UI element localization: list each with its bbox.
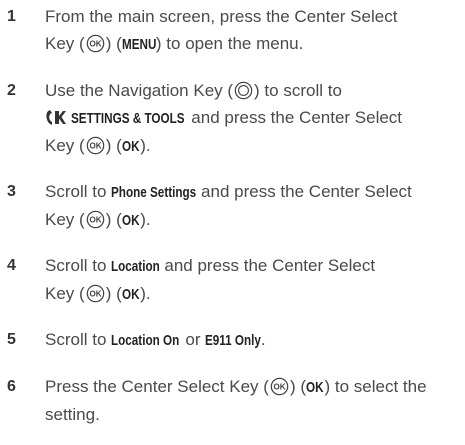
step-text: From the main screen, press the Center S… [45, 3, 460, 58]
step-text-fragment: ) ( [289, 377, 306, 396]
step-number: 2 [7, 82, 16, 99]
step-text-fragment: Key ( [45, 136, 85, 155]
svg-text:OK: OK [89, 40, 101, 49]
ok-key-icon: OK [86, 34, 104, 53]
step-text-fragment: Scroll to [45, 330, 112, 349]
ok-key-label: OK [121, 138, 140, 155]
step-text-fragment: Key ( [45, 210, 85, 229]
step-text-fragment: Press the Center Select Key ( [45, 377, 269, 396]
location-label: Location [111, 258, 160, 275]
step-text: Scroll to Phone Settings and press the C… [45, 178, 460, 234]
step-text-fragment: ) ( [105, 34, 122, 53]
e911-only-label: E911 Only [205, 332, 262, 349]
step-text: Scroll to Location and press the Center … [45, 252, 460, 308]
step-text-fragment: ) to select the [324, 377, 427, 396]
step-number: 4 [7, 257, 16, 274]
step-text-fragment: ). [140, 210, 151, 229]
svg-text:OK: OK [89, 216, 101, 225]
ok-key-icon: OK [86, 136, 104, 155]
step-text-fragment: ) ( [105, 136, 122, 155]
settings-tools-icon [46, 110, 66, 125]
step-text: Use the Navigation Key ( ) to scroll to S… [45, 77, 460, 160]
step-text-fragment: or [180, 330, 206, 349]
ok-key-label: OK [121, 212, 140, 229]
step-text-fragment: Key ( [45, 284, 85, 303]
step-text-fragment: . [260, 330, 266, 349]
step-line: From the main screen, press the Center S… [45, 7, 398, 26]
step-text-fragment: ). [140, 284, 151, 303]
step-number: 3 [7, 183, 16, 200]
step-text-fragment: ) to scroll to [254, 81, 342, 100]
ok-key-icon: OK [86, 210, 104, 229]
svg-text:OK: OK [89, 142, 101, 151]
step-text-fragment: Scroll to [45, 182, 112, 201]
step-number: 5 [7, 331, 16, 348]
step-text-fragment: Use the Navigation Key ( [45, 81, 234, 100]
step-text-fragment: ). [140, 136, 151, 155]
step-text-fragment: ) ( [105, 210, 122, 229]
step-text-fragment: and press the Center Select [159, 256, 376, 275]
step-number: 6 [7, 378, 16, 395]
manual-page: 1 From the main screen, press the Center… [0, 0, 465, 445]
step-text: Scroll to Location On or E911 Only. [45, 326, 460, 354]
ok-key-label: OK [305, 379, 324, 396]
ok-key-label: OK [121, 286, 140, 303]
phone-settings-label: Phone Settings [111, 184, 197, 201]
step-text: Press the Center Select Key (OK) (OK) to… [45, 373, 460, 428]
navigation-key-icon [234, 81, 253, 100]
location-on-label: Location On [111, 332, 180, 349]
svg-text:OK: OK [89, 290, 101, 299]
step-text-fragment: ) to open the menu. [155, 34, 304, 53]
ok-key-icon: OK [86, 284, 104, 303]
step-text-fragment: and press the Center Select [186, 108, 403, 127]
settings-tools-label: SETTINGS & TOOLS [71, 110, 185, 127]
menu-key-label: MENU [121, 36, 157, 53]
ok-key-icon: OK [270, 377, 289, 396]
step-text-fragment: Key ( [45, 34, 85, 53]
step-line: setting. [45, 405, 100, 424]
step-text-fragment: Scroll to [45, 256, 112, 275]
step-text-fragment: ) ( [105, 284, 122, 303]
step-number: 1 [7, 8, 16, 25]
step-text-fragment: and press the Center Select [196, 182, 412, 201]
svg-text:OK: OK [273, 383, 285, 392]
